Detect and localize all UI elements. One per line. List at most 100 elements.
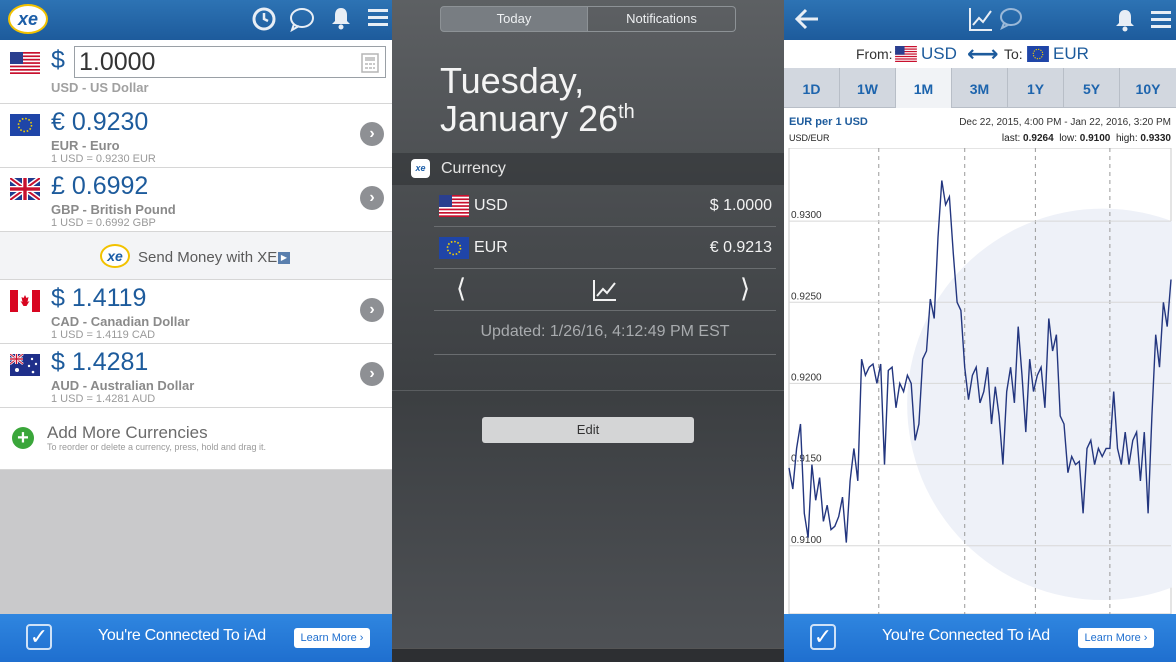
low-value: 0.9100 (1079, 133, 1111, 144)
us-flag-icon (895, 46, 917, 62)
widget-value: € 0.9213 (709, 239, 772, 256)
next-arrow-icon[interactable]: ⟩ (740, 273, 750, 304)
currency-value: $ 1.4281 (51, 348, 149, 376)
calculator-icon[interactable] (361, 53, 379, 73)
from-currency[interactable]: USD (921, 44, 957, 64)
back-arrow-icon[interactable] (794, 8, 820, 30)
currency-row-gbp[interactable]: £ 0.6992 GBP - British Pound 1 USD = 0.6… (0, 168, 392, 232)
date-text: January 26 (440, 98, 619, 139)
currency-value: £ 0.6992 (51, 172, 149, 200)
y-tick-label: 0.9300 (791, 210, 822, 221)
iad-banner[interactable]: ✓ You're Connected To iAd Learn More › (784, 614, 1176, 662)
chat-icon[interactable] (998, 6, 1024, 30)
menu-icon[interactable] (364, 6, 392, 34)
history-icon[interactable] (250, 6, 278, 34)
send-money-label: Send Money with XE (138, 249, 278, 266)
chart-pair: USD/EUR (789, 133, 830, 143)
learn-more-button[interactable]: Learn More › (294, 628, 370, 648)
range-tabs: 1D 1W 1M 3M 1Y 5Y 10Y (784, 68, 1176, 108)
tab-1m[interactable]: 1M (896, 68, 952, 108)
widget-code: USD (474, 197, 508, 214)
currency-row-aud[interactable]: $ 1.4281 AUD - Australian Dollar 1 USD =… (0, 344, 392, 408)
currency-name: EUR - Euro (51, 138, 120, 153)
chat-icon[interactable] (288, 6, 316, 34)
y-tick-label: 0.9250 (791, 291, 822, 302)
add-currencies-label: Add More Currencies (47, 423, 208, 442)
learn-more-button[interactable]: Learn More › (1078, 628, 1154, 648)
currency-value: € 0.9230 (51, 108, 149, 136)
bell-icon[interactable] (327, 6, 355, 34)
widget-header: xe Currency (392, 153, 784, 185)
updated-row: Updated: 1/26/16, 4:12:49 PM EST (434, 311, 776, 355)
tab-notifications[interactable]: Notifications (588, 6, 736, 32)
previous-arrow-icon[interactable]: ⟨ (456, 273, 466, 304)
chevron-right-icon[interactable]: › (360, 298, 384, 322)
to-label: To: (1004, 46, 1023, 62)
currency-name: GBP - British Pound (51, 202, 176, 217)
high-value: 0.9330 (1140, 133, 1171, 144)
currency-rate: 1 USD = 1.4281 AUD (51, 393, 156, 405)
updated-text: Updated: 1/26/16, 4:12:49 PM EST (480, 323, 730, 340)
date-suffix: th (618, 101, 635, 123)
currency-rate: 1 USD = 1.4119 CAD (51, 329, 156, 341)
eu-flag-icon (439, 237, 469, 259)
iad-banner[interactable]: ✓ You're Connected To iAd Learn More › (0, 614, 392, 662)
menu-icon[interactable] (1150, 8, 1172, 30)
tab-today[interactable]: Today (440, 6, 588, 32)
line-chart[interactable]: 0.93000.92500.92000.91500.9100 (788, 148, 1172, 614)
tab-1y[interactable]: 1Y (1008, 68, 1064, 108)
chevron-right-icon[interactable]: › (360, 122, 384, 146)
uk-flag-icon (10, 178, 40, 200)
canada-flag-icon (10, 290, 40, 312)
checkmark-icon: ✓ (26, 624, 52, 650)
iad-text: You're Connected To iAd (882, 627, 1050, 644)
chevron-right-icon[interactable]: › (360, 362, 384, 386)
us-flag-icon (439, 195, 469, 217)
eu-flag-icon (1027, 46, 1049, 62)
chart-header (784, 0, 1176, 40)
widget-row-usd[interactable]: USD $ 1.0000 (434, 185, 776, 227)
edit-button[interactable]: Edit (482, 417, 694, 443)
weekday: Tuesday, (440, 60, 585, 101)
add-icon[interactable]: + (12, 427, 34, 449)
tab-1d[interactable]: 1D (784, 68, 840, 108)
play-icon: ▶ (278, 252, 290, 264)
chart-stats: last: 0.9264 low: 0.9100 high: 0.9330 (1002, 133, 1171, 144)
send-money-banner[interactable]: xe Send Money with XE ▶ (0, 232, 392, 280)
swap-icon[interactable]: ⟷ (967, 41, 999, 67)
chart-range: Dec 22, 2015, 4:00 PM - Jan 22, 2016, 3:… (959, 117, 1171, 128)
checkmark-icon: ✓ (810, 624, 836, 650)
chart-icon[interactable] (968, 6, 994, 32)
tab-1w[interactable]: 1W (840, 68, 896, 108)
amount-input[interactable]: 1.0000 (74, 46, 386, 78)
chevron-right-icon[interactable]: › (360, 186, 384, 210)
add-currencies-row[interactable]: + Add More Currencies To reorder or dele… (0, 408, 392, 470)
reorder-hint: To reorder or delete a currency, press, … (47, 442, 266, 452)
currency-value: $ 1.4119 (51, 284, 147, 312)
amount-value: 1.0000 (79, 48, 156, 76)
widget-row-eur[interactable]: EUR € 0.9213 (434, 227, 776, 269)
tab-5y[interactable]: 5Y (1064, 68, 1120, 108)
low-label: low: (1059, 133, 1077, 144)
converter-screen: xe $ 1.0000 USD - US Dollar € 0.9230 EUR… (0, 0, 392, 662)
tab-3m[interactable]: 3M (952, 68, 1008, 108)
y-tick-label: 0.9100 (791, 535, 822, 546)
currency-name: CAD - Canadian Dollar (51, 314, 190, 329)
widget-title: Currency (441, 160, 506, 177)
divider (392, 390, 784, 391)
chart-icon[interactable] (592, 278, 618, 302)
tab-10y[interactable]: 10Y (1120, 68, 1176, 108)
widget-value: $ 1.0000 (709, 197, 772, 214)
base-currency-row: $ 1.0000 USD - US Dollar (0, 40, 392, 104)
xe-app-icon: xe (411, 159, 430, 178)
widget-code: EUR (474, 239, 508, 256)
bell-icon[interactable] (1114, 8, 1136, 32)
base-currency-label: USD - US Dollar (51, 80, 149, 95)
date-label: January 26th (440, 98, 635, 140)
currency-pair-selector: From: USD ⟷ To: EUR (784, 40, 1176, 68)
currency-name: AUD - Australian Dollar (51, 378, 195, 393)
xe-logo: xe (8, 4, 48, 34)
to-currency[interactable]: EUR (1053, 44, 1089, 64)
currency-row-cad[interactable]: $ 1.4119 CAD - Canadian Dollar 1 USD = 1… (0, 280, 392, 344)
currency-row-eur[interactable]: € 0.9230 EUR - Euro 1 USD = 0.9230 EUR › (0, 104, 392, 168)
